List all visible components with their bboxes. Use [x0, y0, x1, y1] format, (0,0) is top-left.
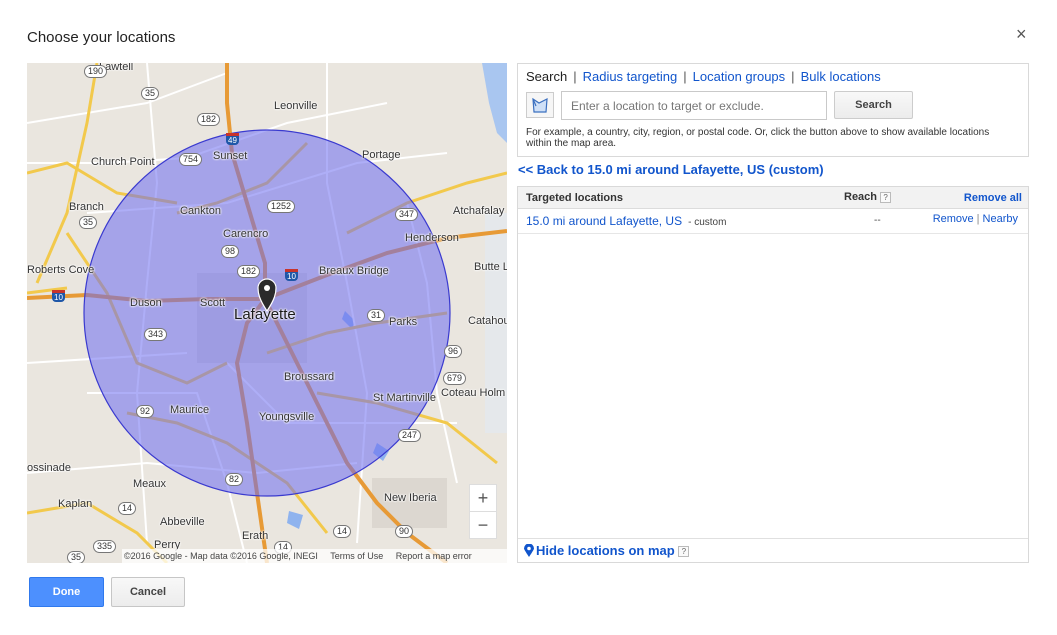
zoom-out-button[interactable]: −	[469, 511, 497, 539]
route-shield: 35	[141, 87, 160, 100]
route-shield: 35	[67, 551, 86, 563]
place-leonville: Leonville	[274, 100, 318, 112]
route-shield: 190	[84, 65, 108, 78]
nearby-link[interactable]: Nearby	[983, 213, 1018, 225]
table-row: 15.0 mi around Lafayette, US - custom -- …	[518, 210, 1028, 234]
targeted-location-link[interactable]: 15.0 mi around Lafayette, US	[526, 214, 682, 228]
tab-separator: |	[573, 69, 577, 84]
tab-bulk-locations[interactable]: Bulk locations	[801, 69, 881, 84]
route-shield: 347	[395, 208, 419, 221]
place-scott: Scott	[200, 297, 226, 309]
route-shield: 1252	[267, 200, 296, 213]
place-roberts-cove: Roberts Cove	[27, 264, 95, 276]
route-shield: 98	[221, 245, 240, 258]
route-shield: 31	[367, 309, 386, 322]
place-new-iberia: New Iberia	[384, 492, 437, 504]
terms-link[interactable]: Terms of Use	[330, 551, 383, 561]
interstate-shield: 49	[226, 133, 239, 145]
route-shield: 92	[136, 405, 155, 418]
hide-locations-label: Hide locations on map	[536, 543, 675, 558]
reach-value: --	[874, 215, 881, 226]
tab-bar: Search | Radius targeting | Location groups |…	[526, 69, 881, 84]
remove-link[interactable]: Remove	[933, 213, 974, 225]
place-kaplan: Kaplan	[58, 498, 93, 510]
route-shield: 754	[179, 153, 203, 166]
place-st-martinville: St Martinville	[373, 392, 436, 404]
route-shield: 182	[237, 265, 261, 278]
place-erath: Erath	[242, 530, 269, 542]
place-abbeville: Abbeville	[160, 516, 205, 528]
interstate-shield: 10	[52, 290, 65, 302]
tab-separator: |	[683, 69, 687, 84]
map-select-icon	[532, 97, 548, 113]
reach-header: Reach ?	[844, 191, 892, 203]
route-shield: 96	[444, 345, 463, 358]
place-lafayette: Lafayette	[234, 306, 296, 323]
targeted-locations-panel: Targeted locations Reach ? Remove all 15…	[517, 186, 1029, 563]
route-shield: 343	[144, 328, 168, 341]
tab-radius-targeting[interactable]: Radius targeting	[583, 69, 678, 84]
close-icon[interactable]: ×	[1016, 24, 1027, 44]
route-shield: 679	[443, 372, 467, 385]
place-coteau-holmes: Coteau Holm	[441, 387, 506, 399]
remove-all-link[interactable]: Remove all	[964, 192, 1022, 204]
place-duson: Duson	[130, 297, 162, 309]
place-atchafalaya: Atchafalay	[453, 205, 505, 217]
action-separator: |	[976, 213, 980, 225]
place-maurice: Maurice	[170, 404, 210, 416]
place-breaux-bridge: Breaux Bridge	[319, 265, 389, 277]
done-button[interactable]: Done	[29, 577, 104, 607]
place-butte-la: Butte L	[474, 261, 507, 273]
place-branch: Branch	[69, 201, 104, 213]
place-meaux: Meaux	[133, 478, 167, 490]
place-cankton: Cankton	[180, 205, 221, 217]
cancel-button[interactable]: Cancel	[111, 577, 185, 607]
targeted-footer: Hide locations on map ?	[518, 538, 1028, 562]
place-youngsville: Youngsville	[259, 411, 315, 423]
search-hint: For example, a country, city, region, or…	[526, 127, 990, 149]
report-map-error-link[interactable]: Report a map error	[396, 551, 472, 561]
route-shield: 335	[93, 540, 117, 553]
interstate-shield: 10	[285, 269, 298, 281]
place-parks: Parks	[389, 316, 418, 328]
place-catahoula: Catahou	[468, 315, 507, 327]
back-to-radius-link[interactable]: << Back to 15.0 mi around Lafayette, US …	[518, 162, 824, 177]
route-shield: 247	[398, 429, 422, 442]
row-actions: Remove | Nearby	[933, 213, 1018, 225]
location-search-input[interactable]	[561, 91, 827, 120]
place-broussard: Broussard	[284, 371, 335, 383]
help-icon[interactable]: ?	[678, 546, 690, 558]
reach-label: Reach	[844, 191, 878, 203]
map-copyright: ©2016 Google - Map data ©2016 Google, IN…	[124, 551, 318, 561]
route-shield: 90	[395, 525, 414, 538]
map-attribution: ©2016 Google - Map data ©2016 Google, IN…	[122, 549, 507, 563]
place-carencro: Carencro	[223, 228, 269, 240]
map-select-button[interactable]	[526, 92, 554, 118]
route-shield: 182	[197, 113, 221, 126]
map-pin-icon	[524, 544, 534, 557]
hide-locations-link[interactable]: Hide locations on map ?	[524, 543, 690, 558]
tab-location-groups[interactable]: Location groups	[693, 69, 786, 84]
route-shield: 14	[333, 525, 352, 538]
location-kind: - custom	[688, 217, 727, 228]
tab-separator: |	[791, 69, 795, 84]
place-cossinade: ossinade	[27, 462, 72, 474]
place-henderson: Henderson	[405, 232, 459, 244]
place-portage: Portage	[362, 149, 401, 161]
zoom-in-button[interactable]: +	[469, 484, 497, 512]
route-shield: 35	[79, 216, 98, 229]
map[interactable]: Lawtell Leonville Church Point Sunset Po…	[27, 63, 507, 563]
dialog-title: Choose your locations	[27, 29, 176, 46]
route-shield: 82	[225, 473, 244, 486]
search-button[interactable]: Search	[834, 91, 913, 119]
tab-search[interactable]: Search	[526, 69, 567, 84]
search-panel: Search | Radius targeting | Location groups |…	[517, 63, 1029, 157]
targeted-locations-header: Targeted locations	[526, 192, 623, 204]
route-shield: 14	[118, 502, 137, 515]
targeted-location-cell: 15.0 mi around Lafayette, US - custom	[526, 214, 726, 228]
help-icon[interactable]: ?	[880, 191, 892, 203]
place-church-point: Church Point	[91, 156, 155, 168]
place-sunset: Sunset	[213, 150, 248, 162]
targeted-table-header: Targeted locations Reach ? Remove all	[518, 187, 1028, 209]
